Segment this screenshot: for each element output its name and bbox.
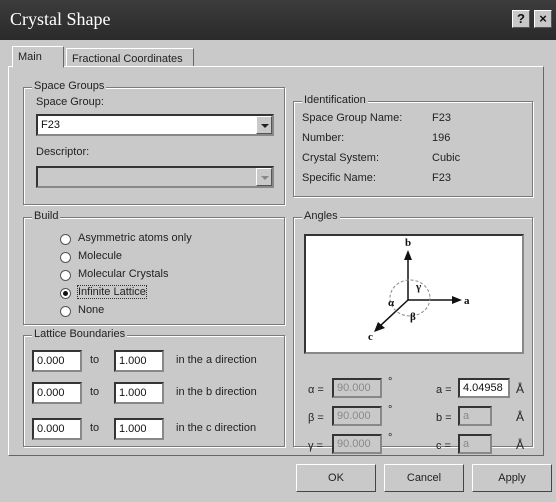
radio-option[interactable]: Molecule	[60, 250, 260, 266]
chevron-down-icon[interactable]	[256, 116, 272, 134]
angle-label-beta: β	[410, 311, 416, 323]
radio-label: None	[78, 304, 105, 316]
space-groups-title: Space Groups	[32, 80, 107, 92]
b-length-input[interactable]: a	[458, 406, 492, 426]
alpha-input[interactable]: 90.000	[332, 378, 382, 398]
angstrom-unit: Å	[516, 438, 525, 452]
angles-title: Angles	[302, 210, 340, 222]
tab-main[interactable]: Main	[12, 46, 64, 68]
lattice-boundaries-group: Lattice Boundaries 0.000 to 1.000 in the…	[23, 328, 285, 447]
window-title: Crystal Shape	[10, 9, 111, 29]
crystal-shape-dialog: Crystal Shape ? × Main Fractional Coordi…	[0, 0, 556, 502]
angstrom-unit: Å	[516, 410, 525, 424]
id-value: 196	[432, 132, 451, 144]
lattice-to-input[interactable]: 1.000	[114, 382, 164, 404]
to-label: to	[90, 354, 100, 366]
axes-svg: b a c α β γ	[368, 237, 470, 343]
radio-label: Molecule	[78, 250, 123, 262]
degree-unit: °	[388, 376, 393, 388]
radio-label: Infinite Lattice	[77, 285, 147, 299]
to-label: to	[90, 422, 100, 434]
build-group: Build Asymmetric atoms only Molecule Mol…	[23, 210, 285, 325]
radio-button-selected[interactable]	[60, 288, 71, 299]
angstrom-unit: Å	[516, 382, 525, 396]
title-bar: Crystal Shape ? ×	[0, 0, 556, 40]
lattice-from-input[interactable]: 0.000	[32, 418, 82, 440]
gamma-input[interactable]: 90.000	[332, 434, 382, 454]
lattice-to-input[interactable]: 1.000	[114, 350, 164, 372]
space-group-label: Space Group:	[36, 96, 104, 108]
descriptor-combobox[interactable]	[36, 166, 274, 188]
identification-title: Identification	[302, 94, 368, 106]
space-groups-group: Space Groups Space Group: F23 Descriptor…	[23, 80, 285, 205]
c-length-input[interactable]: a	[458, 434, 492, 454]
c-length-label: c =	[436, 440, 451, 452]
b-length-label: b =	[436, 412, 452, 424]
angle-label-gamma: γ	[415, 281, 421, 293]
id-value: F23	[432, 172, 451, 184]
beta-input[interactable]: 90.000	[332, 406, 382, 426]
angle-label-alpha: α	[388, 297, 395, 309]
a-length-label: a =	[436, 384, 452, 396]
degree-unit: °	[388, 404, 393, 416]
chevron-down-icon[interactable]	[256, 168, 272, 186]
radio-button[interactable]	[60, 306, 71, 317]
id-value: F23	[432, 112, 451, 124]
id-key: Space Group Name:	[302, 112, 403, 124]
radio-button[interactable]	[60, 270, 71, 281]
angles-group: Angles b a c α β γ α = 90.000 ° a = 4.04…	[293, 210, 533, 454]
id-key: Number:	[302, 132, 345, 144]
alpha-label: α =	[308, 384, 324, 396]
direction-label: in the b direction	[176, 386, 257, 398]
id-key: Crystal System:	[302, 152, 380, 164]
id-key: Specific Name:	[302, 172, 376, 184]
radio-label: Asymmetric atoms only	[78, 232, 192, 244]
radio-option[interactable]: None	[60, 304, 260, 320]
gamma-label: γ =	[308, 440, 323, 452]
radio-button[interactable]	[60, 252, 71, 263]
radio-button[interactable]	[60, 234, 71, 245]
lattice-from-input[interactable]: 0.000	[32, 382, 82, 404]
cancel-button[interactable]: Cancel	[384, 464, 464, 492]
axis-label-b: b	[405, 237, 411, 249]
direction-label: in the c direction	[176, 422, 257, 434]
help-button[interactable]: ?	[512, 10, 530, 28]
radio-option[interactable]: Molecular Crystals	[60, 268, 260, 284]
beta-label: β =	[308, 412, 324, 424]
radio-option[interactable]: Asymmetric atoms only	[60, 232, 260, 248]
close-button[interactable]: ×	[534, 10, 552, 28]
build-title: Build	[32, 210, 61, 222]
to-label: to	[90, 386, 100, 398]
descriptor-label: Descriptor:	[36, 146, 90, 158]
direction-label: in the a direction	[176, 354, 257, 366]
degree-unit: °	[388, 432, 393, 444]
lattice-to-input[interactable]: 1.000	[114, 418, 164, 440]
lattice-boundaries-title: Lattice Boundaries	[32, 328, 128, 340]
tab-fractional-coordinates[interactable]: Fractional Coordinates	[66, 48, 194, 67]
apply-button[interactable]: Apply	[472, 464, 552, 492]
id-value: Cubic	[432, 152, 461, 164]
lattice-from-input[interactable]: 0.000	[32, 350, 82, 372]
radio-option[interactable]: Infinite Lattice	[60, 285, 260, 302]
axis-label-a: a	[464, 295, 470, 307]
main-tab-panel: Space Groups Space Group: F23 Descriptor…	[8, 66, 544, 456]
unit-cell-axes-diagram: b a c α β γ	[304, 234, 524, 354]
axis-label-c: c	[368, 331, 373, 343]
radio-label: Molecular Crystals	[78, 268, 169, 280]
identification-group: Identification Space Group Name: F23 Num…	[293, 94, 533, 197]
ok-button[interactable]: OK	[296, 464, 376, 492]
space-group-combobox[interactable]: F23	[36, 114, 274, 136]
space-group-value: F23	[41, 119, 60, 131]
a-length-input[interactable]: 4.04958	[458, 378, 510, 398]
